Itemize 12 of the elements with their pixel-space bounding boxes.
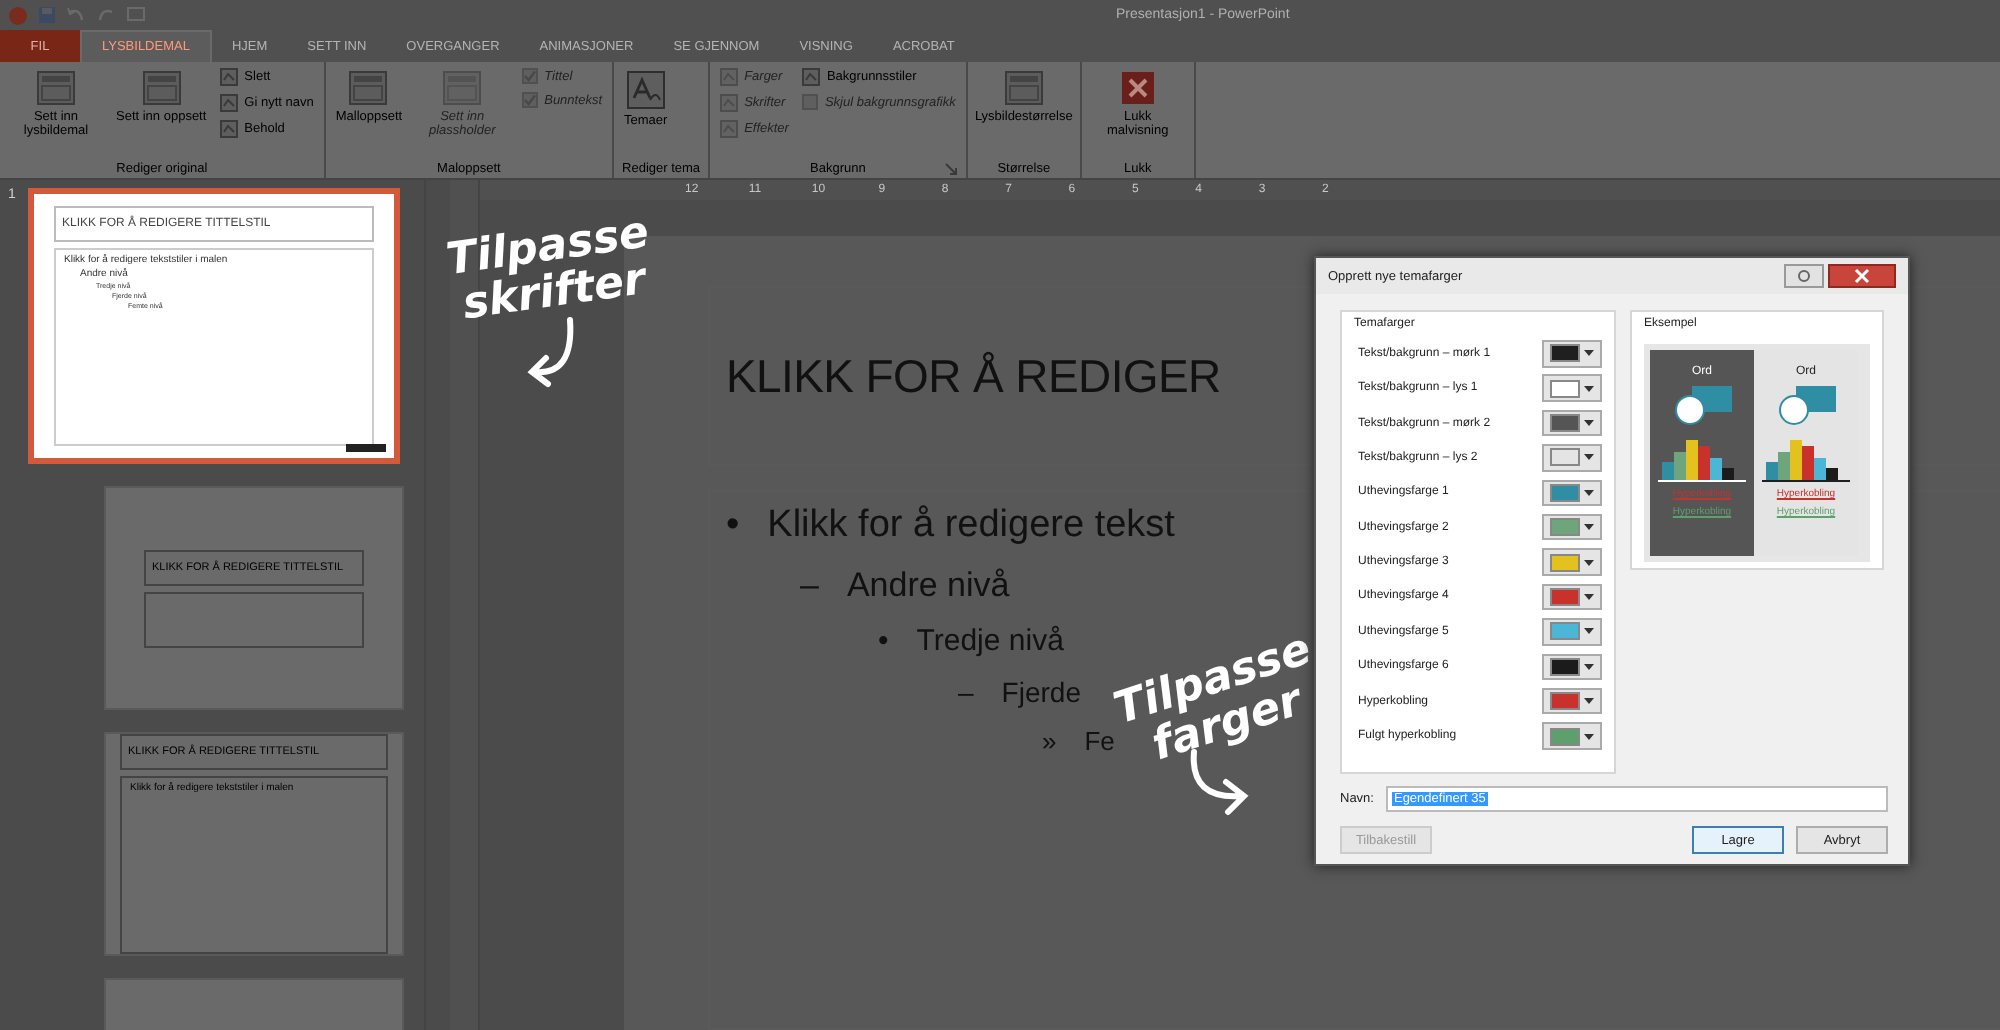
bullet-text: Fe [1084, 726, 1115, 756]
bullet-text: Klikk for å redigere tekst [767, 504, 1175, 548]
bullet-marker: » [1042, 726, 1057, 756]
bullet-marker: – [800, 566, 819, 606]
handwritten-note: Tilpasse skrifter [441, 208, 655, 332]
slide-title: KLIKK FOR Å REDIGER [726, 349, 1221, 403]
bullet-text: Tredje nivå [916, 624, 1064, 658]
bullet-text: Andre nivå [846, 566, 1010, 606]
bullet-text: Fjerde [1001, 676, 1081, 708]
bullet-marker: – [958, 676, 974, 708]
bullet-marker: • [726, 504, 740, 548]
bullet-marker: • [878, 624, 889, 658]
